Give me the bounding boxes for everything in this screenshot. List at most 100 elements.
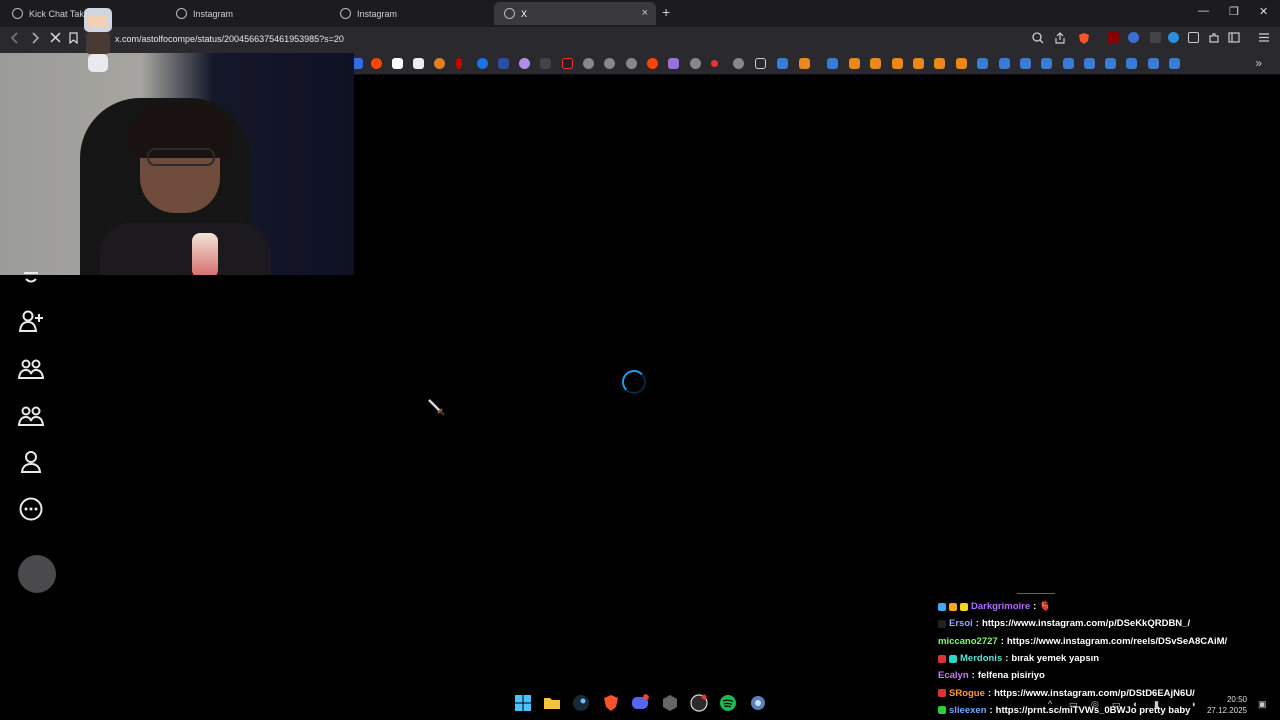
bookmark-favicon-icon[interactable] [711,60,718,67]
bookmark-favicon-icon[interactable] [434,58,445,69]
bookmark-favicon-icon[interactable] [934,58,945,69]
steam-icon[interactable] [1020,58,1031,69]
app-gear-icon[interactable] [749,694,767,712]
bookmark-favicon-icon[interactable] [892,58,903,69]
tab-x[interactable]: X × [494,2,656,25]
ublock-icon[interactable] [1108,32,1119,46]
webcam-overlay [0,53,354,275]
patreon-icon[interactable] [392,58,403,69]
steam-icon[interactable] [1148,58,1159,69]
notification-bell-icon[interactable]: ▣ [1258,699,1267,710]
kick-icon[interactable] [562,58,573,69]
bookmark-favicon-icon[interactable] [519,58,530,69]
account-avatar[interactable] [18,555,56,593]
tray-app-icon[interactable]: ▭ [1069,699,1078,710]
bookmark-icon[interactable] [69,32,78,47]
brave-shield-icon[interactable] [1078,32,1090,48]
globe-icon[interactable] [690,58,701,69]
bookmark-favicon-icon[interactable] [849,58,860,69]
zoom-icon[interactable] [1032,32,1044,47]
badge-icon [949,602,957,611]
sidebar-toggle-icon[interactable] [1228,32,1240,46]
menu-icon[interactable] [1258,32,1270,46]
netflix-icon[interactable] [456,58,462,69]
notifications-icon[interactable] [18,265,44,291]
address-bar-url[interactable]: x.com/astolfocompe/status/20045663754619… [115,34,344,44]
close-tab-icon[interactable]: × [642,7,648,19]
globe-icon [12,8,23,19]
steam-icon[interactable] [977,58,988,69]
bookmark-favicon-icon[interactable] [799,58,810,69]
steam-icon[interactable] [777,58,788,69]
close-window-button[interactable]: ✕ [1259,5,1268,18]
globe-icon[interactable] [733,58,744,69]
extensions-puzzle-icon[interactable] [1208,32,1220,47]
chat-username: Ecalyn [938,670,969,682]
tab-title: Instagram [193,8,234,19]
steam-icon[interactable] [1041,58,1052,69]
discord-icon[interactable] [631,694,649,712]
tab-instagram-2[interactable]: Instagram [330,2,490,25]
steam-icon[interactable] [1126,58,1137,69]
badge-icon [938,602,946,611]
extension-icon[interactable] [1150,32,1161,46]
volume-icon[interactable]: ◖ [1132,699,1137,709]
bookmark-favicon-icon[interactable] [540,58,551,69]
kick-badge-icon [938,619,946,628]
glasses [147,148,215,166]
brave-browser-icon[interactable] [602,694,620,712]
network-icon[interactable]: ▭ [1112,699,1121,710]
maximize-button[interactable]: ❐ [1229,5,1239,18]
share-icon[interactable] [1054,32,1066,47]
audio-extension-icon[interactable] [1128,32,1139,46]
new-tab-button[interactable]: + [662,4,670,20]
bookmark-favicon-icon[interactable] [870,58,881,69]
groups-icon[interactable] [18,402,44,428]
bookmark-favicon-icon[interactable] [668,58,679,69]
play-icon[interactable] [477,58,488,69]
profile-icon[interactable] [18,449,44,475]
bookmark-favicon-icon[interactable] [956,58,967,69]
tab-instagram-1[interactable]: Instagram [166,2,326,25]
more-options-icon[interactable] [18,496,44,522]
spotify-icon[interactable] [719,694,737,712]
amazon-icon[interactable] [413,58,424,69]
chat-message: Ersoi : https://www.instagram.com/p/DSeK… [938,615,1278,632]
follow-icon[interactable] [18,308,44,334]
forward-button[interactable] [30,32,40,47]
steam-icon[interactable] [572,694,590,712]
steam-icon[interactable] [1063,58,1074,69]
minimize-button[interactable]: — [1198,5,1209,17]
file-explorer-icon[interactable] [543,694,561,712]
bookmark-favicon-icon[interactable] [913,58,924,69]
extension-blue-icon[interactable] [1168,32,1179,46]
microphone-icon[interactable]: ▮ [1154,699,1159,710]
reddit-icon[interactable] [647,58,658,69]
stop-loading-button[interactable] [50,32,61,46]
chat-message: miccano2727 : https://www.instagram.com/… [938,635,1228,647]
steam-icon[interactable] [1169,58,1180,69]
globe-icon[interactable] [626,58,637,69]
back-button[interactable] [10,32,20,47]
more-bookmarks-icon[interactable]: » [1255,56,1262,70]
taskbar-clock[interactable]: 20:50 27.12.2025 [1207,694,1247,716]
windows-start-icon[interactable] [514,694,532,712]
instagram-icon [176,8,187,19]
communities-icon[interactable] [18,355,44,381]
tray-chevron-up-icon[interactable]: ^ [1048,699,1052,709]
folder-icon[interactable] [755,58,766,69]
globe-icon[interactable] [583,58,594,69]
steam-icon[interactable] [827,58,838,69]
steam-icon[interactable] [1084,58,1095,69]
extension-window-icon[interactable] [1188,32,1199,46]
loading-spinner-icon [622,370,646,394]
steam-icon[interactable] [1105,58,1116,69]
steam-icon[interactable] [999,58,1010,69]
reddit-icon[interactable] [371,58,382,69]
tray-app-icon[interactable]: ◎ [1091,699,1099,710]
obs-icon[interactable] [690,694,708,712]
speaker-icon[interactable]: ◗ [1191,699,1196,709]
globe-icon[interactable] [604,58,615,69]
app-cube-icon[interactable] [661,694,679,712]
bookmark-favicon-icon[interactable] [498,58,509,69]
